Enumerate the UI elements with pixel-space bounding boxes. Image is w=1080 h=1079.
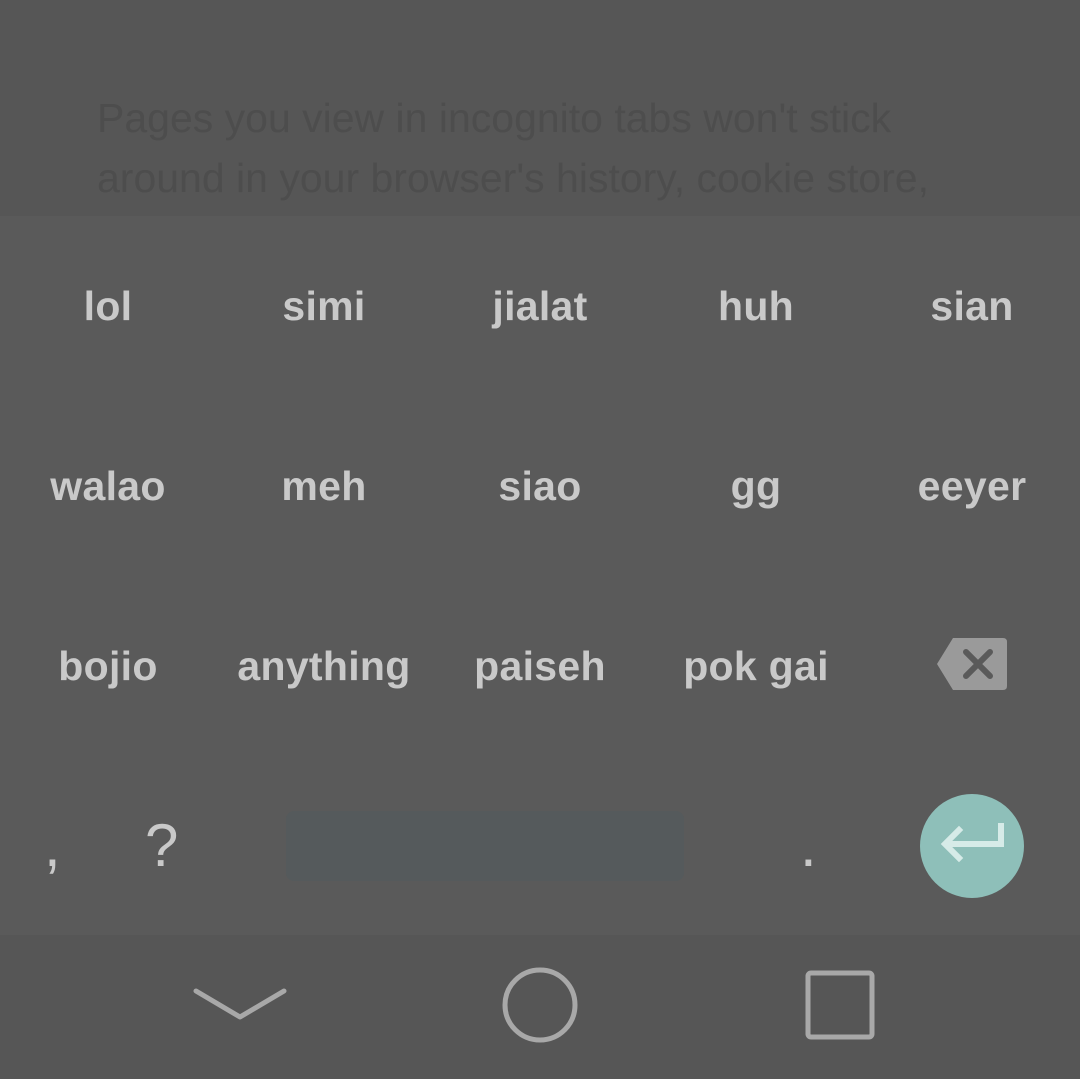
word-key-simi[interactable]: simi — [216, 216, 432, 396]
word-key-anything[interactable]: anything — [216, 576, 432, 756]
word-key-paiseh[interactable]: paiseh — [432, 576, 648, 756]
word-key-pok-gai[interactable]: pok gai — [648, 576, 864, 756]
word-key-meh[interactable]: meh — [216, 396, 432, 576]
question-mark-key[interactable]: ? — [145, 816, 178, 876]
word-key-siao[interactable]: siao — [432, 396, 648, 576]
word-key-lol[interactable]: lol — [0, 216, 216, 396]
incognito-page-background: Pages you view in incognito tabs won't s… — [0, 0, 1080, 216]
backspace-icon — [935, 636, 1009, 697]
back-button[interactable] — [180, 947, 300, 1067]
keyboard-bottom-row: , ? . — [0, 756, 1080, 935]
comma-key[interactable]: , — [44, 816, 61, 876]
word-key-bojio[interactable]: bojio — [0, 576, 216, 756]
word-key-jialat[interactable]: jialat — [432, 216, 648, 396]
space-bar[interactable] — [286, 811, 684, 881]
recents-button[interactable] — [780, 947, 900, 1067]
screen: Pages you view in incognito tabs won't s… — [0, 0, 1080, 1079]
word-key-walao[interactable]: walao — [0, 396, 216, 576]
chevron-down-icon — [192, 985, 288, 1030]
word-key-eeyer[interactable]: eeyer — [864, 396, 1080, 576]
home-button[interactable] — [480, 947, 600, 1067]
word-key-sian[interactable]: sian — [864, 216, 1080, 396]
period-key[interactable]: . — [800, 816, 817, 876]
backspace-key[interactable] — [864, 576, 1080, 756]
system-nav-bar — [0, 935, 1080, 1079]
slang-keyboard: lol simi jialat huh sian walao meh siao … — [0, 216, 1080, 935]
circle-home-icon — [500, 965, 580, 1050]
incognito-description: Pages you view in incognito tabs won't s… — [97, 95, 929, 201]
word-key-gg[interactable]: gg — [648, 396, 864, 576]
enter-key[interactable] — [920, 794, 1024, 898]
square-recents-icon — [805, 970, 875, 1045]
word-key-huh[interactable]: huh — [648, 216, 864, 396]
word-grid: lol simi jialat huh sian walao meh siao … — [0, 216, 1080, 756]
enter-arrow-icon — [937, 822, 1007, 871]
